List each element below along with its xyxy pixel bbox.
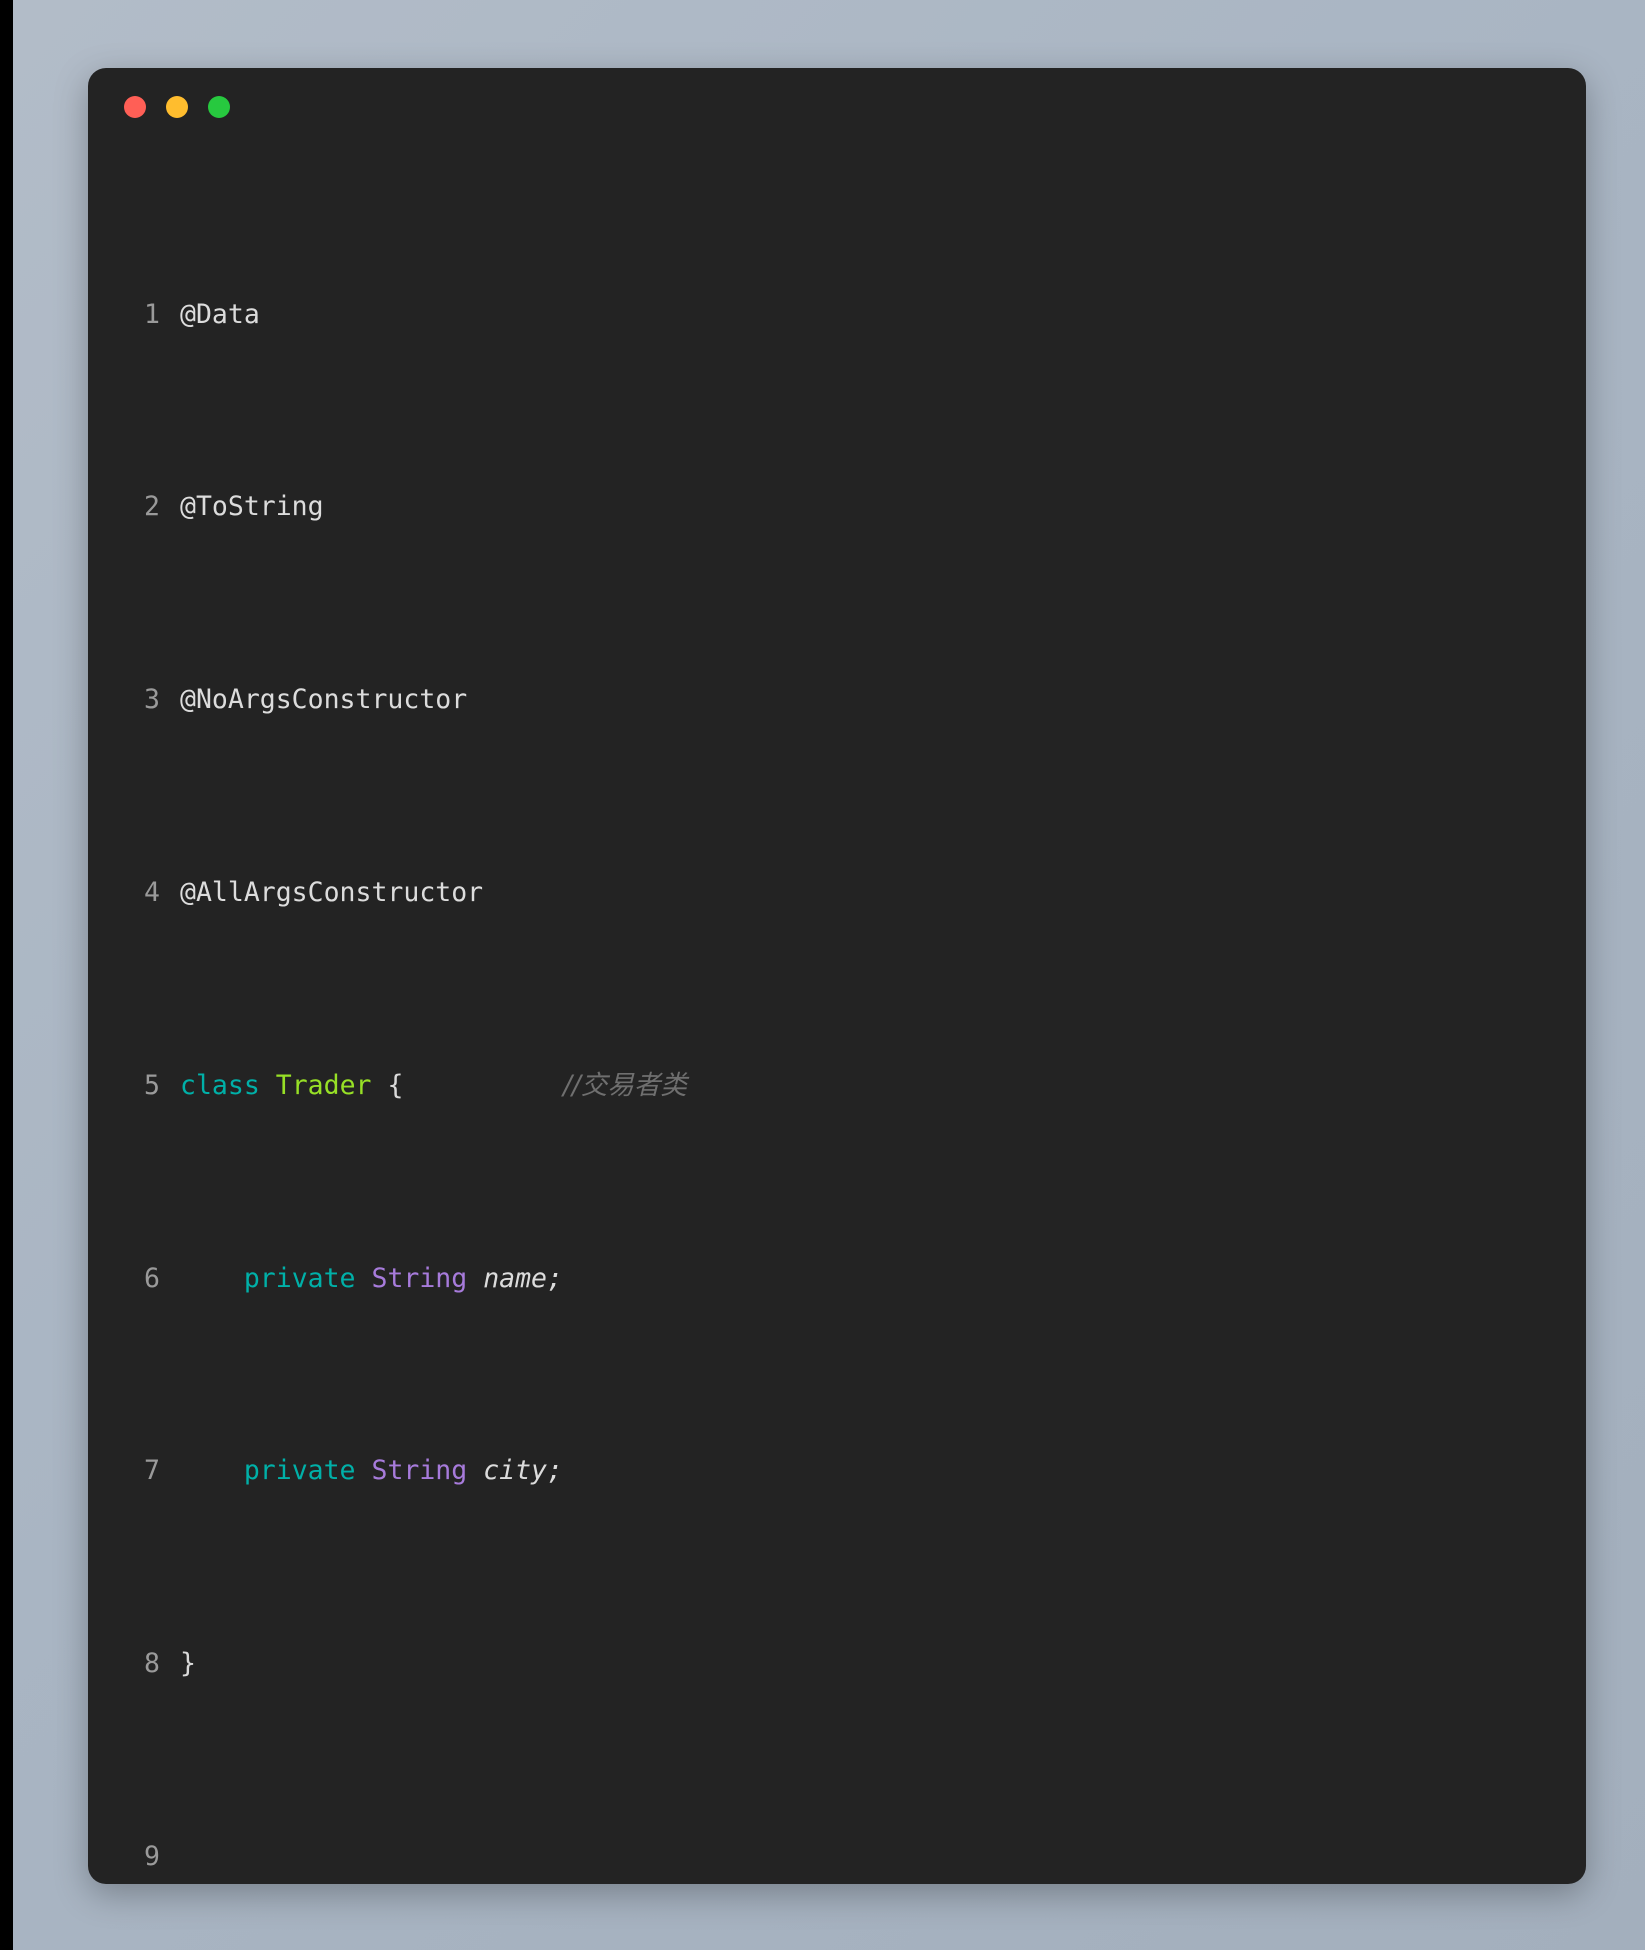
line-number: 1 [144,298,160,330]
type-string: String [371,1262,468,1294]
line-number: 8 [144,1648,160,1680]
line-number: 3 [144,684,160,716]
class-name-trader: Trader [275,1069,372,1101]
annotation-token: @AllArgsConstructor [180,877,484,908]
code-line: 7 private String city; [88,1447,1586,1495]
line-number: 6 [144,1262,160,1294]
code-line: 6 private String name; [88,1255,1586,1303]
code-window: 1 @Data 2 @ToString 3 @NoArgsConstructor 4 @… [88,68,1586,1884]
comment-trader-class: //交易者类 [562,1069,687,1101]
minimize-button-icon[interactable] [166,96,188,118]
code-editor-content[interactable]: 1 @Data 2 @ToString 3 @NoArgsConstructor 4 @… [88,146,1586,1884]
brace: } [180,1648,196,1680]
code-line: 2 @ToString [88,483,1586,531]
code-line: 3 @NoArgsConstructor [88,676,1586,724]
field-city: city; [483,1455,563,1487]
keyword-private: private [243,1455,356,1487]
code-line: 8} [88,1640,1586,1688]
close-button-icon[interactable] [124,96,146,118]
line-number: 9 [144,1840,160,1872]
line-number: 7 [144,1455,160,1487]
keyword-class: class [180,1069,260,1101]
line-number: 5 [144,1069,160,1101]
type-string: String [371,1455,468,1487]
code-line: 1 @Data [88,291,1586,339]
field-name: name; [483,1262,563,1294]
brace: { [387,1069,404,1101]
screenshot-root: 1 @Data 2 @ToString 3 @NoArgsConstructor 4 @… [0,0,1645,1950]
annotation-token: @Data [180,298,260,330]
code-line: 5 class Trader { //交易者类 [88,1062,1586,1110]
code-line: 9 [88,1833,1586,1881]
annotation-token: @ToString [180,491,324,523]
line-number: 2 [144,491,160,523]
annotation-token: @NoArgsConstructor [180,684,468,716]
window-titlebar [88,68,1586,146]
left-edge-strip [0,0,13,1950]
line-number: 4 [144,877,160,908]
keyword-private: private [243,1262,356,1294]
maximize-button-icon[interactable] [208,96,230,118]
code-line: 4 @AllArgsConstructor [88,869,1586,917]
